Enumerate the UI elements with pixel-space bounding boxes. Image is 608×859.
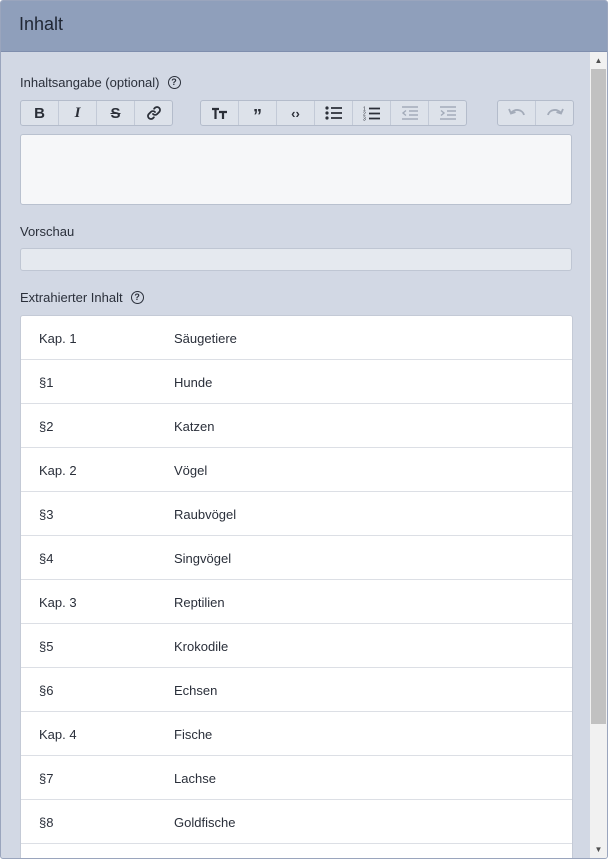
list-item: §3 Raubvögel (21, 492, 572, 536)
list-item-value: Echsen (174, 683, 218, 698)
bold-button[interactable]: B (21, 101, 59, 125)
bullet-list-button[interactable] (315, 101, 353, 125)
list-item-value: Säugetiere (174, 331, 237, 346)
quote-icon: ” (253, 106, 262, 126)
list-item-value: Vögel (174, 463, 208, 478)
scroll-down-arrow-icon[interactable]: ▼ (590, 841, 607, 858)
strikethrough-icon: S (110, 104, 121, 122)
content-panel: Inhalt Inhaltsangabe (optional)? B I S ”… (0, 0, 608, 859)
list-item: Kap. 2 Vögel (21, 448, 572, 492)
list-item: Kap. 3 Reptilien (21, 580, 572, 624)
list-item: §6 Echsen (21, 668, 572, 712)
list-item: §4 Singvögel (21, 536, 572, 580)
undo-icon (507, 108, 525, 116)
list-item-key: §2 (39, 419, 54, 434)
list-item-key: §7 (39, 771, 54, 786)
svg-text:3: 3 (363, 116, 366, 121)
list-item-key: §8 (39, 815, 54, 830)
undo-button[interactable] (498, 101, 536, 125)
link-icon (146, 106, 161, 120)
panel-header: Inhalt (1, 1, 607, 52)
list-item: §2 Katzen (21, 404, 572, 448)
question-circle-icon[interactable]: ? (130, 291, 144, 305)
code-button[interactable]: ‹› (277, 101, 315, 125)
list-item-value: Hunde (174, 375, 213, 390)
link-button[interactable] (135, 101, 172, 125)
list-item-value: Katzen (174, 419, 215, 434)
indent-icon (439, 106, 456, 120)
list-item (21, 844, 572, 858)
outdent-icon (401, 106, 418, 120)
outdent-button[interactable] (391, 101, 429, 125)
extracted-label: Extrahierter Inhalt (20, 290, 123, 305)
summary-editor[interactable] (20, 134, 572, 205)
list-item-value: Raubvögel (174, 507, 237, 522)
redo-button[interactable] (536, 101, 573, 125)
list-item-key: Kap. 2 (39, 463, 77, 478)
summary-label: Inhaltsangabe (optional) (20, 75, 160, 90)
toolbar-group-block: ” ‹› 1 2 3 (200, 100, 467, 126)
strikethrough-button[interactable]: S (97, 101, 135, 125)
list-item-value: Singvögel (174, 551, 232, 566)
extracted-label-row: Extrahierter Inhalt? (20, 290, 144, 305)
list-item-value: Krokodile (174, 639, 229, 654)
list-item-key: §1 (39, 375, 54, 390)
toolbar-group-format: B I S (20, 100, 173, 126)
list-item-key: Kap. 3 (39, 595, 77, 610)
question-circle-icon[interactable]: ? (167, 76, 181, 90)
list-item-key: §3 (39, 507, 54, 522)
list-item: §1 Hunde (21, 360, 572, 404)
list-item-value: Fische (174, 727, 213, 742)
code-icon: ‹› (291, 105, 300, 121)
quote-button[interactable]: ” (239, 101, 277, 125)
numbered-list-icon: 1 2 3 (363, 106, 380, 121)
list-item-value: Reptilien (174, 595, 225, 610)
heading-button[interactable] (201, 101, 239, 125)
list-item: §7 Lachse (21, 756, 572, 800)
summary-label-row: Inhaltsangabe (optional)? (20, 75, 181, 90)
numbered-list-button[interactable]: 1 2 3 (353, 101, 391, 125)
list-item-key: §6 (39, 683, 54, 698)
indent-button[interactable] (429, 101, 466, 125)
vertical-scrollbar[interactable]: ▲ ▼ (590, 52, 607, 858)
list-item: Kap. 1 Säugetiere (21, 316, 572, 360)
list-item-key: §4 (39, 551, 54, 566)
heading-icon (211, 107, 227, 119)
list-item-key: Kap. 4 (39, 727, 77, 742)
list-item: §5 Krokodile (21, 624, 572, 668)
bold-icon: B (34, 104, 45, 122)
list-item-key: Kap. 1 (39, 331, 77, 346)
preview-field (20, 248, 572, 271)
extracted-content-list: Kap. 1 Säugetiere §1 Hunde §2 Katzen Kap… (20, 315, 573, 858)
scroll-up-arrow-icon[interactable]: ▲ (590, 52, 607, 69)
toolbar-group-history (497, 100, 574, 126)
preview-label: Vorschau (20, 224, 75, 239)
list-item-value: Lachse (174, 771, 216, 786)
italic-button[interactable]: I (59, 101, 97, 125)
redo-icon (546, 108, 564, 116)
list-item: Kap. 4 Fische (21, 712, 572, 756)
list-item-key: §5 (39, 639, 54, 654)
list-item: §8 Goldfische (21, 800, 572, 844)
scrollbar-thumb[interactable] (591, 69, 606, 724)
panel-title: Inhalt (19, 14, 64, 34)
bullet-list-icon (324, 106, 342, 120)
italic-icon: I (74, 104, 81, 121)
list-item-value: Goldfische (174, 815, 236, 830)
